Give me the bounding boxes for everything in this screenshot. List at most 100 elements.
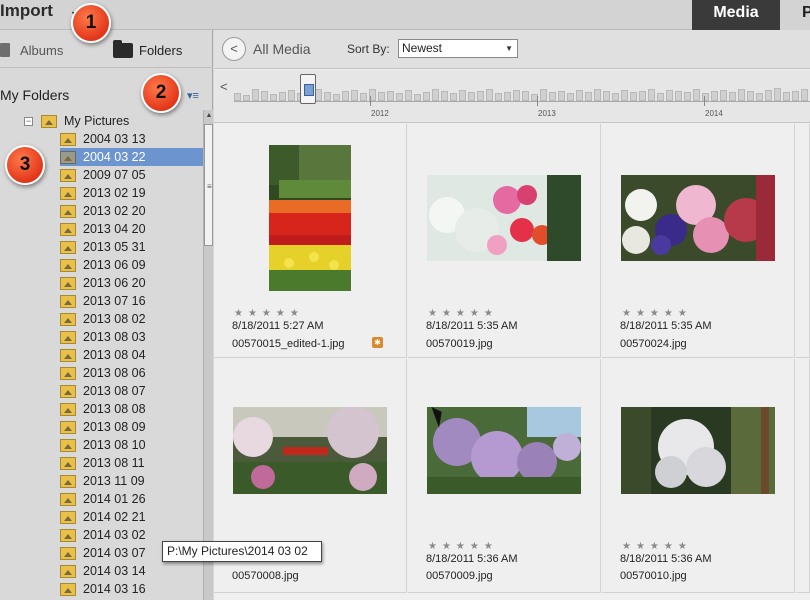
import-button[interactable]: Import [0, 1, 53, 21]
tree-folder-label: 2013 02 19 [83, 186, 146, 200]
tree-folder-item[interactable]: 2013 08 02 [60, 310, 203, 328]
timeline-bar [630, 92, 637, 101]
tree-folder-item[interactable]: 2013 08 06 [60, 364, 203, 382]
media-toolbar: < All Media Sort By: Newest ▼ [214, 30, 810, 69]
tree-folder-item[interactable]: 2013 06 09 [60, 256, 203, 274]
media-tile[interactable] [796, 359, 810, 593]
photo-date: 8/18/2011 5:35 AM [426, 320, 518, 332]
media-tile[interactable] [796, 124, 810, 358]
tree-folder-item[interactable]: 2013 02 20 [60, 202, 203, 220]
tree-scrollbar[interactable]: ▲ ≡ [203, 110, 213, 600]
tree-folder-item[interactable]: 2013 11 09 [60, 472, 203, 490]
collapse-icon[interactable]: − [24, 116, 33, 126]
timeline-bar [396, 93, 403, 101]
timeline-bar [792, 91, 799, 101]
photo-thumbnail[interactable] [427, 175, 581, 261]
picture-folder-icon [60, 168, 76, 182]
tree-folder-item[interactable]: 2004 03 22 [60, 148, 203, 166]
picture-folder-icon [60, 366, 76, 380]
scroll-thumb[interactable]: ≡ [204, 124, 213, 246]
photo-date: 8/18/2011 5:35 AM [620, 320, 712, 332]
callout-badge: 3 [5, 145, 45, 185]
media-tile[interactable]: ★★★★★ 8/18/2011 5:35 AM 00570019.jpg [408, 124, 601, 358]
rating-stars[interactable]: ★★★★★ [234, 308, 304, 319]
tab-folders[interactable]: Folders [113, 39, 182, 59]
tree-folder-item[interactable]: 2013 08 08 [60, 400, 203, 418]
tree-folder-label: 2004 03 22 [83, 150, 146, 164]
picture-folder-icon [60, 258, 76, 272]
picture-folder-icon [60, 492, 76, 506]
timeline-bar [486, 89, 493, 101]
photo-filename: 00570019.jpg [426, 338, 493, 350]
timeline-bar [360, 93, 367, 101]
timeline-bar [288, 90, 295, 101]
timeline-bar [270, 94, 277, 101]
media-tile[interactable]: ★★★★★ 8/18/2011 5:36 AM 00570009.jpg [408, 359, 601, 593]
timeline-bar [603, 91, 610, 101]
rating-stars[interactable]: ★★★★★ [622, 541, 692, 552]
timeline-bar [648, 89, 655, 101]
tree-folder-label: 2014 03 16 [83, 582, 146, 596]
tree-folder-item[interactable]: 2014 02 21 [60, 508, 203, 526]
tree-folder-item[interactable]: 2013 08 04 [60, 346, 203, 364]
timeline-bar [414, 94, 421, 101]
picture-folder-icon [60, 420, 76, 434]
tree-folder-item[interactable]: 2013 08 11 [60, 454, 203, 472]
timeline-bar [252, 89, 259, 101]
tree-folder-item[interactable]: 2014 01 26 [60, 490, 203, 508]
media-browser: < All Media Sort By: Newest ▼ < 2012 201… [214, 30, 810, 600]
rating-stars[interactable]: ★★★★★ [428, 308, 498, 319]
timeline-bar [675, 91, 682, 101]
tree-folder-item[interactable]: 2013 04 20 [60, 220, 203, 238]
photo-thumbnail[interactable] [621, 175, 775, 261]
thumbnail-grid: ★★★★★ 8/18/2011 5:27 AM 00570015_edited-… [214, 124, 810, 600]
tree-folder-item[interactable]: 2014 03 14 [60, 562, 203, 580]
tree-folder-item[interactable]: 2013 08 07 [60, 382, 203, 400]
timeline-bar [801, 89, 808, 101]
timeline-bar [594, 89, 601, 101]
timeline-bar [522, 91, 529, 101]
photo-thumbnail[interactable] [269, 145, 351, 291]
tab-media[interactable]: Media [692, 0, 780, 30]
tab-people[interactable]: P [780, 0, 810, 30]
picture-folder-icon [60, 330, 76, 344]
edited-badge-icon: ✱ [372, 337, 383, 348]
tree-folder-item[interactable]: 2013 08 09 [60, 418, 203, 436]
tree-folder-item[interactable]: 2013 08 03 [60, 328, 203, 346]
sort-select[interactable]: Newest ▼ [398, 39, 518, 58]
timeline-bar [549, 92, 556, 101]
all-media-link[interactable]: All Media [253, 41, 311, 57]
rating-stars[interactable]: ★★★★★ [622, 308, 692, 319]
tab-albums[interactable]: Albums [0, 41, 63, 59]
timeline[interactable]: < 2012 2013 2014 [214, 70, 810, 123]
photo-thumbnail[interactable] [621, 407, 775, 494]
tree-folder-item[interactable]: 2013 06 20 [60, 274, 203, 292]
media-tile[interactable]: ★★★★★ 8/18/2011 5:35 AM 00570024.jpg [602, 124, 795, 358]
media-tile[interactable]: ★★★★★ 8/18/2011 5:36 AM 00570010.jpg [602, 359, 795, 593]
timeline-bar [720, 90, 727, 101]
picture-folder-icon [41, 114, 57, 128]
tree-folder-item[interactable]: 2014 03 16 [60, 580, 203, 598]
tree-folder-item[interactable]: 2013 02 19 [60, 184, 203, 202]
my-folders-title: My Folders [0, 87, 70, 103]
tree-root-my-pictures[interactable]: − My Pictures [24, 112, 129, 130]
tree-folder-item[interactable]: 2013 05 31 [60, 238, 203, 256]
scroll-up-icon[interactable]: ▲ [204, 110, 214, 122]
timeline-bar [423, 92, 430, 101]
timeline-handle[interactable] [300, 74, 316, 104]
timeline-left-arrow-icon[interactable]: < [220, 79, 228, 94]
tree-folder-item[interactable]: 2009 07 05 [60, 166, 203, 184]
tree-folder-label: 2004 03 13 [83, 132, 146, 146]
photo-thumbnail[interactable] [233, 407, 387, 494]
timeline-bar [432, 89, 439, 101]
timeline-bar [612, 93, 619, 101]
panel-menu-icon[interactable]: ▾≡ [187, 89, 199, 102]
tree-folder-item[interactable]: 2013 07 16 [60, 292, 203, 310]
rating-stars[interactable]: ★★★★★ [428, 541, 498, 552]
callout-badge: 1 [71, 3, 111, 43]
media-tile[interactable]: ★★★★★ 8/18/2011 5:27 AM 00570015_edited-… [214, 124, 407, 358]
tree-folder-item[interactable]: 2013 08 10 [60, 436, 203, 454]
tree-folder-item[interactable]: 2004 03 13 [60, 130, 203, 148]
photo-thumbnail[interactable] [427, 407, 581, 494]
back-button[interactable]: < [222, 37, 246, 61]
